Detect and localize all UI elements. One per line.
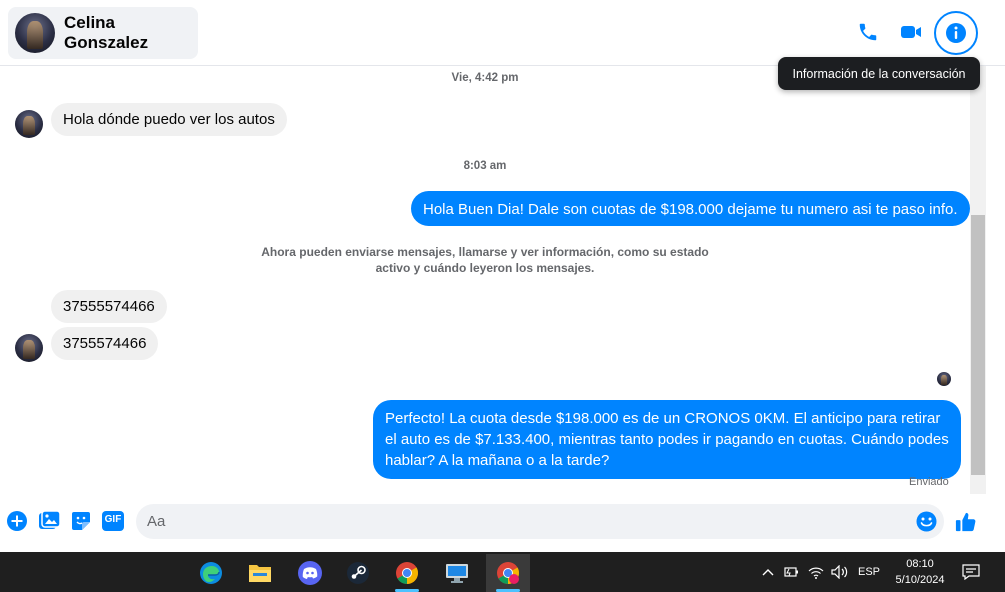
chevron-up-icon[interactable] (760, 552, 776, 592)
wifi-icon[interactable] (807, 552, 825, 592)
file-explorer-icon[interactable] (240, 554, 280, 592)
contact-name: Celina Gonszalez (64, 13, 149, 52)
contact-profile-button[interactable]: Celina Gonszalez (8, 7, 198, 59)
volume-icon[interactable] (830, 552, 850, 592)
windows-taskbar: ESP 08:10 5/10/2024 (0, 552, 1005, 592)
edge-icon[interactable] (191, 554, 231, 592)
info-button[interactable] (934, 11, 978, 55)
message-composer: GIF (0, 500, 1005, 546)
chrome-icon[interactable] (387, 554, 427, 592)
clock-date: 5/10/2024 (895, 574, 945, 586)
sender-avatar[interactable] (15, 110, 43, 138)
scrollbar-thumb[interactable] (971, 215, 985, 475)
timestamp: 8:03 am (463, 160, 507, 172)
language-indicator[interactable]: ESP (856, 552, 882, 592)
emoji-icon[interactable] (916, 511, 937, 532)
battery-icon[interactable] (783, 552, 801, 592)
info-icon (946, 23, 966, 43)
message-status: Enviado (909, 476, 949, 488)
outgoing-message[interactable]: Hola Buen Dia! Dale son cuotas de $198.0… (411, 191, 970, 226)
message-input[interactable] (147, 504, 907, 539)
outgoing-message[interactable]: Perfecto! La cuota desde $198.000 es de … (373, 400, 961, 479)
incoming-message[interactable]: Hola dónde puedo ver los autos (51, 103, 287, 136)
gif-icon[interactable]: GIF (102, 510, 124, 532)
system-clock[interactable]: 08:10 5/10/2024 (888, 556, 952, 588)
thumbs-up-icon[interactable] (954, 510, 978, 534)
notifications-icon[interactable] (960, 552, 982, 592)
read-receipt-avatar (937, 372, 951, 386)
conversation-notice: Ahora pueden enviarse mensajes, llamarse… (261, 245, 709, 275)
image-icon[interactable] (38, 510, 60, 532)
message-input-box[interactable] (136, 504, 944, 539)
plus-circle-icon[interactable] (6, 510, 28, 532)
incoming-message[interactable]: 37555574466 (51, 290, 167, 323)
incoming-message[interactable]: 3755574466 (51, 327, 159, 360)
discord-icon[interactable] (290, 554, 330, 592)
timestamp: Vie, 4:42 pm (451, 72, 519, 84)
phone-icon[interactable] (854, 18, 882, 46)
contact-avatar[interactable] (15, 13, 55, 53)
clock-time: 08:10 (906, 558, 934, 570)
messenger-window: Celina Gonszalez Información de la conve… (0, 0, 1005, 552)
video-camera-icon[interactable] (897, 18, 925, 46)
info-tooltip: Información de la conversación (778, 57, 980, 90)
steam-icon[interactable] (338, 554, 378, 592)
gif-label: GIF (104, 514, 122, 525)
sticker-icon[interactable] (70, 510, 92, 532)
remote-desktop-icon[interactable] (437, 554, 477, 592)
chrome-profile-icon[interactable] (486, 554, 530, 592)
sender-avatar[interactable] (15, 334, 43, 362)
